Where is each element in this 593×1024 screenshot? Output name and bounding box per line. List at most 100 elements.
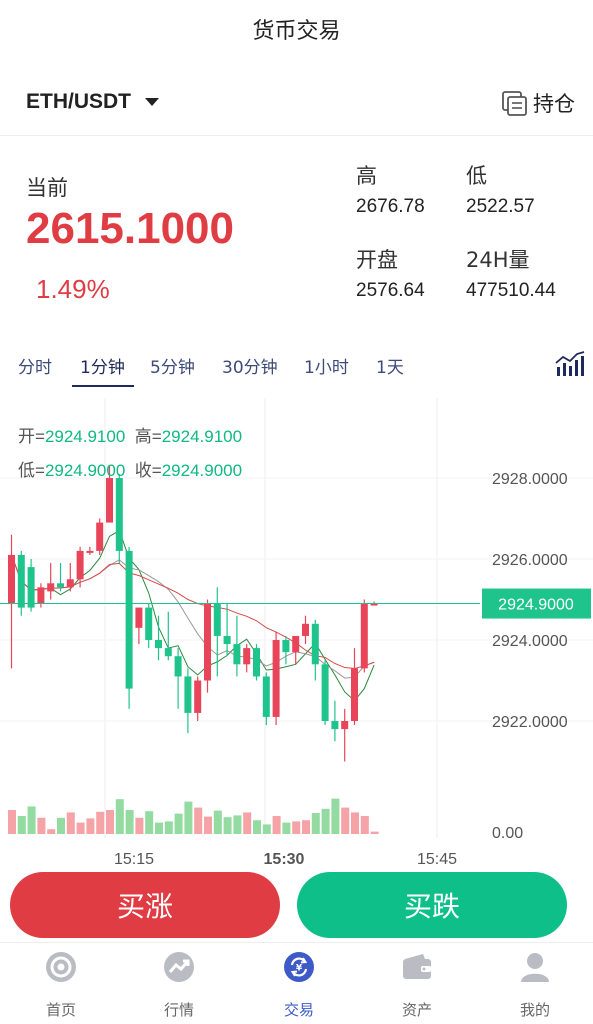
candle-body: [351, 668, 358, 721]
x-tick-label: 15:30: [264, 851, 305, 868]
candle-body: [292, 635, 300, 653]
holdings-label: 持仓: [533, 92, 575, 116]
volume-bar: [66, 812, 75, 834]
candle-body: [96, 522, 104, 551]
nav-market[interactable]: 行情: [120, 943, 238, 1024]
volume-bar: [8, 810, 16, 834]
volume-bar: [184, 801, 193, 834]
y-tick-label: 2924.0000: [492, 633, 568, 650]
volume-bar: [213, 810, 222, 834]
tab-1day[interactable]: 1天: [376, 353, 404, 378]
volume-axis-label: 0.00: [492, 825, 523, 842]
stat-open: 开盘 2576.64: [356, 244, 425, 302]
candle-body: [302, 623, 309, 636]
nav-assets-label: 资产: [401, 1001, 432, 1019]
volume-bar: [223, 817, 232, 834]
trade-icon: ¥: [284, 952, 314, 982]
ma5-line: [11, 529, 375, 702]
page-title: 货币交易: [252, 19, 341, 44]
volume-bar: [76, 822, 85, 834]
ma20-line: [11, 554, 375, 670]
x-tick-label: 15:45: [417, 851, 457, 868]
holdings-button[interactable]: 持仓: [501, 88, 575, 118]
tab-timeshare[interactable]: 分时: [18, 353, 52, 378]
ohlc-row-2: 低=2924.9000 收=2924.9000: [18, 456, 242, 481]
holdings-icon: [502, 91, 527, 116]
pair-selector[interactable]: ETH/USDT: [26, 90, 159, 114]
candle-body: [311, 623, 319, 665]
nav-profile[interactable]: 我的: [476, 943, 593, 1024]
buy-down-button[interactable]: 买跌: [297, 872, 567, 938]
volume-bar: [164, 821, 173, 834]
top-bar: 货币交易: [0, 0, 593, 58]
candle-body: [76, 550, 84, 580]
candle-body: [155, 640, 162, 649]
candle-body: [86, 550, 94, 553]
volume-bar: [272, 816, 281, 834]
nav-assets[interactable]: 资产: [358, 943, 476, 1024]
current-label: 当前: [26, 176, 68, 200]
candle-body: [253, 648, 260, 677]
volume-bar: [96, 811, 105, 834]
nav-home[interactable]: 首页: [2, 943, 120, 1024]
nav-trade[interactable]: ¥ 交易: [240, 943, 358, 1024]
candle-body: [360, 603, 368, 669]
tab-1min[interactable]: 1分钟: [80, 353, 125, 378]
tab-30min[interactable]: 30分钟: [222, 353, 278, 378]
nav-trade-label: 交易: [283, 1001, 314, 1019]
nav-home-label: 首页: [45, 1001, 76, 1019]
volume-bar: [86, 818, 95, 834]
tab-5min[interactable]: 5分钟: [150, 353, 195, 378]
home-icon: [46, 952, 76, 982]
volume-bar: [253, 820, 261, 834]
tab-1hour[interactable]: 1小时: [304, 353, 349, 378]
y-tick-label: 2928.0000: [492, 471, 568, 488]
candle-body: [331, 721, 339, 730]
wallet-icon: [403, 954, 431, 979]
candle-body: [115, 478, 123, 551]
ohlc-high-label: 高=: [134, 427, 162, 446]
pair-bar: ETH/USDT 持仓: [0, 70, 593, 136]
volume-bar: [321, 808, 330, 834]
ohlc-high-value: 2924.9100: [161, 427, 243, 446]
candle-body: [37, 587, 45, 604]
candle-body: [27, 567, 35, 608]
candle-body: [164, 648, 172, 657]
candle-body: [321, 664, 329, 721]
volume-bar: [47, 829, 56, 834]
volume-bar: [204, 816, 212, 834]
candle-body: [272, 640, 280, 717]
volume-bar: [233, 815, 242, 834]
buy-up-button[interactable]: 买涨: [10, 872, 280, 938]
ohlc-open-value: 2924.9100: [44, 427, 126, 446]
candle-body: [135, 607, 143, 628]
volume-bar: [174, 813, 183, 834]
chart-settings-icon[interactable]: [555, 351, 585, 377]
pair-name: ETH/USDT: [26, 90, 131, 113]
interval-tabs: 分时 1分钟 5分钟 30分钟 1小时 1天: [0, 345, 593, 389]
volume-bar: [370, 831, 379, 834]
volume-bar: [292, 821, 301, 834]
candle-body: [17, 554, 25, 608]
candle-body: [106, 478, 113, 523]
candle-body: [223, 635, 231, 645]
candle-body: [8, 554, 15, 604]
y-tick-label: 2926.0000: [492, 552, 568, 569]
volume-bar: [243, 812, 252, 834]
kline-chart[interactable]: 2924.9000 2928.0000 2926.0000 2924.0000 2922…: [0, 398, 593, 868]
ohlc-close-label: 收=: [134, 461, 162, 480]
stat-high: 高 2676.78: [356, 160, 425, 218]
candle-body: [174, 656, 182, 677]
candle-body: [213, 603, 221, 636]
stat-high-value: 2676.78: [356, 196, 425, 217]
stat-volume-label: 24H量: [466, 248, 530, 272]
ohlc-close-value: 2924.9000: [161, 461, 243, 480]
candle-body: [57, 583, 64, 588]
volume-bar: [125, 810, 134, 834]
current-price: 2615.1000: [26, 204, 234, 253]
candle-body: [145, 607, 153, 640]
stat-volume: 24H量 477510.44: [466, 244, 556, 302]
candle-body: [262, 676, 270, 717]
ohlc-open-label: 开=: [18, 427, 45, 446]
volume-bar: [57, 817, 65, 834]
